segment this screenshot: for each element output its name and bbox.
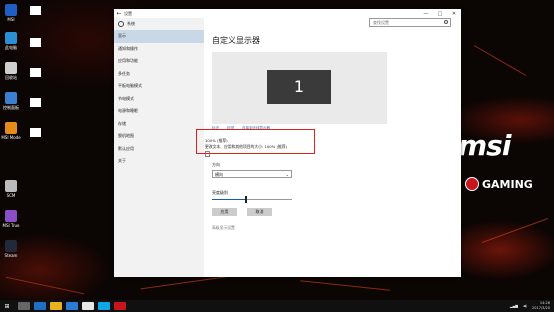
home-row[interactable]: 系统	[114, 18, 204, 30]
orientation-value: 横向	[215, 172, 223, 177]
orientation-select[interactable]: 横向 ⌄	[212, 170, 292, 178]
msi-gaming-logo: GAMING	[465, 177, 533, 191]
close-button[interactable]: ✕	[447, 11, 461, 17]
window-title: 设置	[124, 10, 132, 16]
desktop-icon-label: MSI True	[2, 223, 20, 228]
search-input[interactable]: 查找设置	[369, 18, 451, 27]
app-icon	[5, 4, 17, 16]
taskbar-app-icon[interactable]	[18, 302, 30, 310]
desktop-icon-label: SCM	[6, 193, 16, 198]
sidebar-item[interactable]: 节电模式	[114, 93, 204, 106]
app-icon	[5, 32, 17, 44]
taskbar-app-icon[interactable]	[82, 302, 94, 310]
desktop-icon[interactable]: 控制面板	[0, 92, 22, 111]
taskbar-apps	[14, 302, 126, 310]
taskbar: ⊞ ▂▄▆ ◀) 14:26 2017/3/20	[0, 300, 554, 312]
back-arrow-icon[interactable]: ←	[114, 10, 124, 17]
desktop-icon[interactable]: 此电脑	[0, 32, 22, 51]
volume-icon[interactable]: ◀)	[523, 304, 527, 308]
wallpaper-crack	[300, 280, 390, 291]
desktop-icon-label: MSI Mode	[1, 135, 21, 140]
desktop-file-icon[interactable]	[30, 98, 41, 107]
title-bar: ← 设置 — □ ✕	[114, 9, 461, 18]
sidebar-item[interactable]: 关于	[114, 155, 204, 168]
settings-sidebar: 系统 显示 通知和操作 应用和功能 多任务 平板电脑模式 节电模式 电源和睡眠 存储 脱机地图默…	[114, 18, 204, 277]
brightness-thumb[interactable]	[244, 196, 247, 203]
desktop-icon[interactable]: 回收站	[0, 62, 22, 81]
gaming-text: GAMING	[482, 177, 533, 191]
clock-date: 2017/3/20	[532, 305, 550, 310]
monitor-tile[interactable]: 1	[267, 70, 331, 104]
msi-logo: msi	[458, 129, 511, 162]
wallpaper-crack	[481, 218, 549, 243]
wallpaper-crack	[5, 276, 85, 295]
app-icon	[5, 92, 17, 104]
system-tray: ▂▄▆ ◀) 14:26 2017/3/20	[510, 301, 550, 310]
sidebar-item[interactable]: 平板电脑模式	[114, 80, 204, 93]
desktop-file-icon[interactable]	[30, 68, 41, 77]
app-icon	[5, 210, 17, 222]
desktop-icon[interactable]: SCM	[0, 180, 22, 198]
brightness-fill	[212, 199, 246, 200]
chevron-down-icon: ⌄	[285, 172, 289, 177]
sidebar-item[interactable]: 多任务	[114, 68, 204, 81]
gear-icon	[118, 21, 124, 27]
start-button-icon[interactable]: ⊞	[0, 303, 14, 310]
cancel-button[interactable]: 取消	[247, 208, 272, 216]
taskbar-app-icon[interactable]	[66, 302, 78, 310]
desktop-file-icon[interactable]	[30, 128, 41, 137]
desktop-icon[interactable]: MSI	[0, 4, 22, 22]
minimize-button[interactable]: —	[419, 11, 433, 17]
sidebar-nav: 显示 通知和操作 应用和功能 多任务 平板电脑模式 节电模式 电源和睡眠 存储 脱机地图 默认应用…	[114, 30, 204, 168]
brightness-slider[interactable]	[212, 196, 292, 203]
sidebar-item[interactable]: 显示	[114, 30, 204, 43]
highlight-annotation-box	[196, 129, 315, 154]
clock[interactable]: 14:26 2017/3/20	[532, 301, 550, 310]
taskbar-app-icon[interactable]	[34, 302, 46, 310]
app-icon	[5, 180, 17, 192]
desktop-icon-label: 此电脑	[5, 45, 17, 50]
taskbar-app-icon[interactable]	[98, 302, 110, 310]
desktop-icon-label: Steam	[4, 253, 18, 258]
network-icon[interactable]: ▂▄▆	[510, 304, 518, 308]
desktop-icon-label: 控制面板	[3, 105, 19, 110]
advanced-display-settings-link[interactable]: 高级显示设置	[212, 225, 235, 231]
apply-button[interactable]: 应用	[212, 208, 237, 216]
desktop-file-icon[interactable]	[30, 38, 41, 47]
desktop-file-icon[interactable]	[30, 6, 41, 15]
page-title: 自定义显示器	[212, 36, 260, 45]
sidebar-item[interactable]: 应用和功能	[114, 55, 204, 68]
app-icon	[5, 122, 17, 134]
sidebar-item[interactable]: 默认应用	[114, 143, 204, 156]
desktop-icon[interactable]: MSI True	[0, 210, 22, 228]
sidebar-item[interactable]: 电源和睡眠	[114, 105, 204, 118]
desktop-icon-label: 回收站	[5, 75, 17, 80]
maximize-button[interactable]: □	[433, 11, 447, 17]
sidebar-item[interactable]: 通知和操作	[114, 43, 204, 56]
wallpaper-crack	[473, 45, 527, 76]
app-icon	[5, 62, 17, 74]
dragon-icon	[465, 177, 479, 191]
display-content: 自定义显示器 1 标识 检测 连接到无线显示器 100% (推荐) 更改文本、应…	[205, 35, 452, 230]
desktop-icon-label: MSI	[7, 17, 15, 22]
app-icon	[5, 240, 17, 252]
orientation-label: 方向	[212, 162, 220, 167]
display-preview: 1	[212, 52, 387, 124]
brightness-label: 亮度级别	[212, 190, 228, 195]
desktop-icon[interactable]: MSI Mode	[0, 122, 22, 140]
taskbar-app-icon[interactable]	[50, 302, 62, 310]
home-label: 系统	[127, 21, 135, 26]
search-icon	[444, 20, 448, 24]
desktop-icon[interactable]: Steam	[0, 240, 22, 258]
taskbar-app-icon[interactable]	[114, 302, 126, 310]
sidebar-item[interactable]: 存储	[114, 118, 204, 131]
search-placeholder: 查找设置	[373, 20, 389, 25]
sidebar-item[interactable]: 脱机地图	[114, 130, 204, 143]
